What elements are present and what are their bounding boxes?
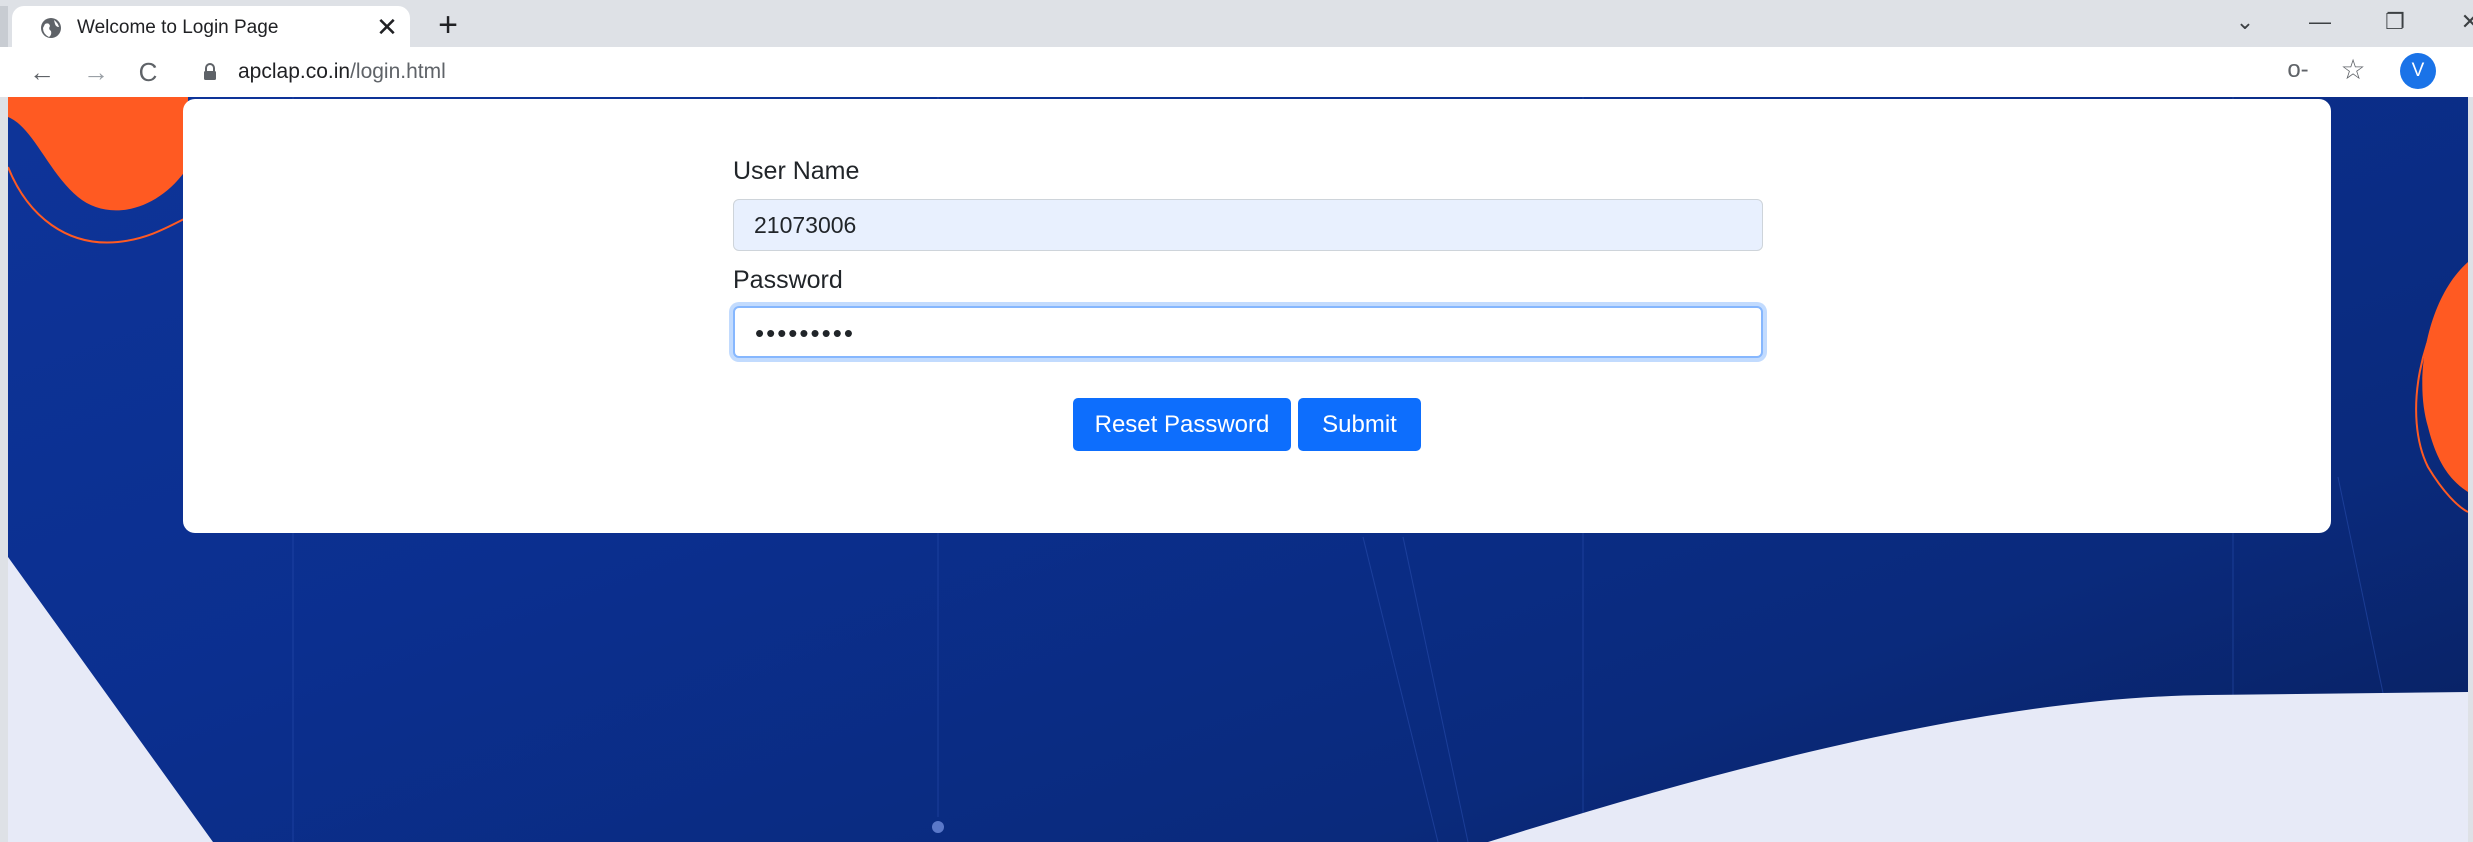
- tab-close-icon[interactable]: ✕: [372, 12, 402, 42]
- username-label: User Name: [733, 157, 860, 185]
- previous-tab-edge[interactable]: [0, 6, 8, 47]
- reset-password-button[interactable]: Reset Password: [1073, 398, 1291, 451]
- address-bar[interactable]: apclap.co.in/login.html: [180, 52, 2460, 92]
- profile-avatar[interactable]: V: [2400, 53, 2436, 89]
- browser-toolbar: ← → C apclap.co.in/login.html: [0, 47, 2473, 97]
- new-tab-button[interactable]: +: [430, 7, 466, 43]
- reload-button[interactable]: C: [130, 54, 166, 90]
- url-text[interactable]: apclap.co.in/login.html: [238, 60, 446, 84]
- globe-icon: [41, 18, 61, 38]
- key-icon[interactable]: o-: [2283, 52, 2313, 88]
- bookmark-star-icon[interactable]: ☆: [2335, 52, 2371, 88]
- tab-title: Welcome to Login Page: [77, 17, 279, 38]
- minimize-button[interactable]: —: [2300, 4, 2340, 40]
- url-path: /login.html: [350, 60, 446, 83]
- password-label: Password: [733, 266, 843, 294]
- page-viewport: User Name 21073006 Password ••••••••• Re…: [8, 97, 2468, 842]
- back-button[interactable]: ←: [24, 54, 60, 90]
- login-card: User Name 21073006 Password ••••••••• Re…: [183, 99, 2331, 533]
- active-tab[interactable]: Welcome to Login Page ✕: [12, 6, 410, 47]
- submit-button[interactable]: Submit: [1298, 398, 1421, 451]
- close-window-button[interactable]: ✕: [2450, 4, 2473, 40]
- password-input[interactable]: •••••••••: [733, 306, 1763, 358]
- restore-button[interactable]: ❐: [2375, 4, 2415, 40]
- url-host: apclap.co.in: [238, 60, 351, 83]
- forward-button[interactable]: →: [78, 54, 114, 90]
- browser-tab-strip: Welcome to Login Page ✕ + ⌄ — ❐ ✕: [0, 0, 2473, 47]
- tab-search-icon[interactable]: ⌄: [2225, 4, 2265, 40]
- lock-icon[interactable]: [203, 63, 217, 81]
- username-input[interactable]: 21073006: [733, 199, 1763, 251]
